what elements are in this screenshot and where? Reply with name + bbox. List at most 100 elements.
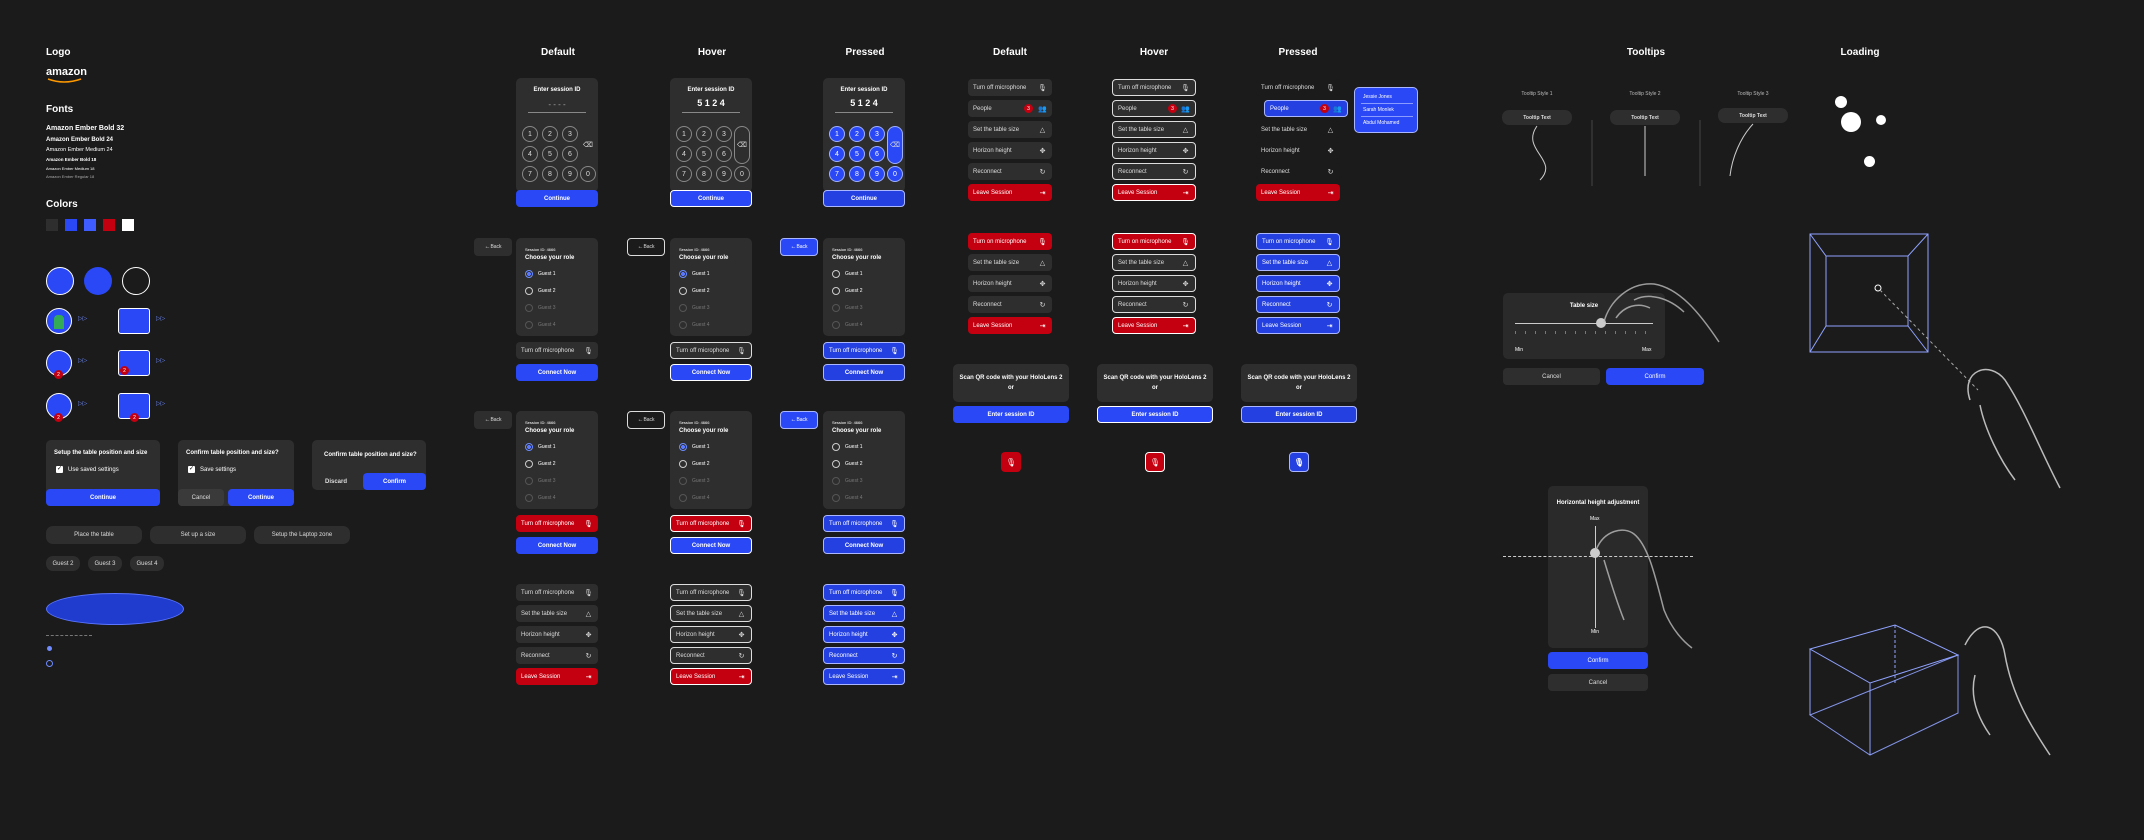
continue-button[interactable]: Continue xyxy=(228,489,294,506)
mic-button[interactable]: Turn off microphone 🎙 xyxy=(516,342,598,359)
menu-item-horizon[interactable]: Horizon height ✥ xyxy=(968,142,1052,159)
continue-button[interactable]: Continue xyxy=(516,190,598,207)
role-radio[interactable] xyxy=(525,287,533,295)
role-radio[interactable] xyxy=(679,270,687,278)
menu-item-table-size[interactable]: Set the table size △ xyxy=(516,605,598,622)
mic-button[interactable]: Turn off microphone 🎙 xyxy=(823,515,905,532)
session-code[interactable]: 5 1 2 4 xyxy=(823,98,905,108)
menu-item-leave[interactable]: Leave Session ⇥ xyxy=(823,668,905,685)
menu-item-mic[interactable]: Turn off microphone 🎙 xyxy=(823,584,905,601)
mic-toggle-button[interactable]: 🎙 xyxy=(1289,452,1309,472)
menu-item-table-size[interactable]: Set the table size △ xyxy=(823,605,905,622)
menu-item-mic[interactable]: Turn off microphone 🎙 xyxy=(670,584,752,601)
guest-chip[interactable]: Guest 3 xyxy=(88,556,122,571)
avatar-circle-outline[interactable] xyxy=(122,267,150,295)
person-name[interactable]: Sarah Monlek xyxy=(1363,107,1394,113)
key-9[interactable]: 9 xyxy=(869,166,885,182)
menu-item-table-size[interactable]: Set the table size △ xyxy=(968,121,1052,138)
key-3[interactable]: 3 xyxy=(562,126,578,142)
mic-off-button[interactable]: Turn off microphone 🎙 xyxy=(516,515,598,532)
guest-chip[interactable]: Guest 2 xyxy=(46,556,80,571)
continue-button[interactable]: Continue xyxy=(670,190,752,207)
backspace-key[interactable]: ⌫ xyxy=(580,126,596,164)
confirm-button[interactable]: Confirm xyxy=(1606,368,1704,385)
backspace-key[interactable]: ⌫ xyxy=(887,126,903,164)
back-button[interactable]: ← Back xyxy=(780,411,818,429)
menu-item-horizon[interactable]: Horizon height ✥ xyxy=(1256,142,1340,159)
key-4[interactable]: 4 xyxy=(829,146,845,162)
role-radio[interactable] xyxy=(679,460,687,468)
back-button[interactable]: ← Back xyxy=(474,411,512,429)
mic-toggle-button[interactable]: 🎙 xyxy=(1145,452,1165,472)
menu-item-mic[interactable]: Turn off microphone 🎙 xyxy=(968,79,1052,96)
key-5[interactable]: 5 xyxy=(849,146,865,162)
enter-session-button[interactable]: Enter session ID xyxy=(953,406,1069,423)
menu-item-leave[interactable]: Leave Session ⇥ xyxy=(1112,184,1196,201)
key-6[interactable]: 6 xyxy=(562,146,578,162)
connect-now-button[interactable]: Connect Now xyxy=(670,364,752,381)
menu-item-horizon[interactable]: Horizon height ✥ xyxy=(1112,275,1196,292)
key-4[interactable]: 4 xyxy=(522,146,538,162)
menu-item-horizon[interactable]: Horizon height ✥ xyxy=(823,626,905,643)
menu-item-mic[interactable]: Turn off microphone 🎙 xyxy=(1112,79,1196,96)
key-3[interactable]: 3 xyxy=(869,126,885,142)
connect-now-button[interactable]: Connect Now xyxy=(670,537,752,554)
person-name[interactable]: Abdul Mohamed xyxy=(1363,120,1399,126)
key-9[interactable]: 9 xyxy=(716,166,732,182)
key-6[interactable]: 6 xyxy=(716,146,732,162)
back-button[interactable]: ← Back xyxy=(474,238,512,256)
menu-item-reconnect[interactable]: Reconnect ↻ xyxy=(516,647,598,664)
mic-off-button[interactable]: Turn off microphone 🎙 xyxy=(670,515,752,532)
menu-item-leave[interactable]: Leave Session ⇥ xyxy=(968,184,1052,201)
key-7[interactable]: 7 xyxy=(522,166,538,182)
menu-item-reconnect[interactable]: Reconnect ↻ xyxy=(968,296,1052,313)
discard-button[interactable]: Discard xyxy=(314,473,358,490)
avatar-circle-blue[interactable] xyxy=(84,267,112,295)
menu-item-people[interactable]: People 👥 xyxy=(1112,100,1196,117)
key-1[interactable]: 1 xyxy=(676,126,692,142)
key-2[interactable]: 2 xyxy=(542,126,558,142)
key-7[interactable]: 7 xyxy=(676,166,692,182)
menu-item-reconnect[interactable]: Reconnect ↻ xyxy=(1256,163,1340,180)
key-8[interactable]: 8 xyxy=(849,166,865,182)
back-button[interactable]: ← Back xyxy=(780,238,818,256)
confirm-button[interactable]: Confirm xyxy=(1548,652,1648,669)
menu-item-horizon[interactable]: Horizon height ✥ xyxy=(968,275,1052,292)
menu-item-mic-on[interactable]: Turn on microphone 🎙 xyxy=(968,233,1052,250)
menu-item-reconnect[interactable]: Reconnect ↻ xyxy=(1112,296,1196,313)
checkbox[interactable]: ✓ xyxy=(188,466,195,473)
avatar-circle-selected[interactable] xyxy=(46,267,74,295)
menu-item-leave[interactable]: Leave Session ⇥ xyxy=(1112,317,1196,334)
enter-session-button[interactable]: Enter session ID xyxy=(1097,406,1213,423)
connect-now-button[interactable]: Connect Now xyxy=(516,537,598,554)
cancel-button[interactable]: Cancel xyxy=(178,489,224,506)
menu-item-mic-on[interactable]: Turn on microphone 🎙 xyxy=(1112,233,1196,250)
key-7[interactable]: 7 xyxy=(829,166,845,182)
menu-item-reconnect[interactable]: Reconnect ↻ xyxy=(1256,296,1340,313)
continue-button[interactable]: Continue xyxy=(46,489,160,506)
role-radio[interactable] xyxy=(679,287,687,295)
key-1[interactable]: 1 xyxy=(829,126,845,142)
role-radio[interactable] xyxy=(525,443,533,451)
checkbox[interactable]: ✓ xyxy=(56,466,63,473)
person-name[interactable]: Jessie Jones xyxy=(1363,94,1392,100)
key-9[interactable]: 9 xyxy=(562,166,578,182)
menu-item-horizon[interactable]: Horizon height ✥ xyxy=(670,626,752,643)
key-6[interactable]: 6 xyxy=(869,146,885,162)
tip-chip[interactable]: Place the table xyxy=(46,526,142,544)
menu-item-leave[interactable]: Leave Session ⇥ xyxy=(1256,184,1340,201)
avatar-card[interactable] xyxy=(118,308,150,334)
confirm-button[interactable]: Confirm xyxy=(363,473,426,490)
key-3[interactable]: 3 xyxy=(716,126,732,142)
key-1[interactable]: 1 xyxy=(522,126,538,142)
key-0[interactable]: 0 xyxy=(734,166,750,182)
cancel-button[interactable]: Cancel xyxy=(1548,674,1648,691)
avatar[interactable] xyxy=(46,308,72,334)
connect-now-button[interactable]: Connect Now xyxy=(823,537,905,554)
back-button[interactable]: ← Back xyxy=(627,411,665,429)
menu-item-reconnect[interactable]: Reconnect ↻ xyxy=(670,647,752,664)
role-radio[interactable] xyxy=(679,443,687,451)
menu-item-table-size[interactable]: Set the table size △ xyxy=(1112,121,1196,138)
menu-item-mic-on[interactable]: Turn on microphone 🎙 xyxy=(1256,233,1340,250)
role-radio[interactable] xyxy=(832,443,840,451)
